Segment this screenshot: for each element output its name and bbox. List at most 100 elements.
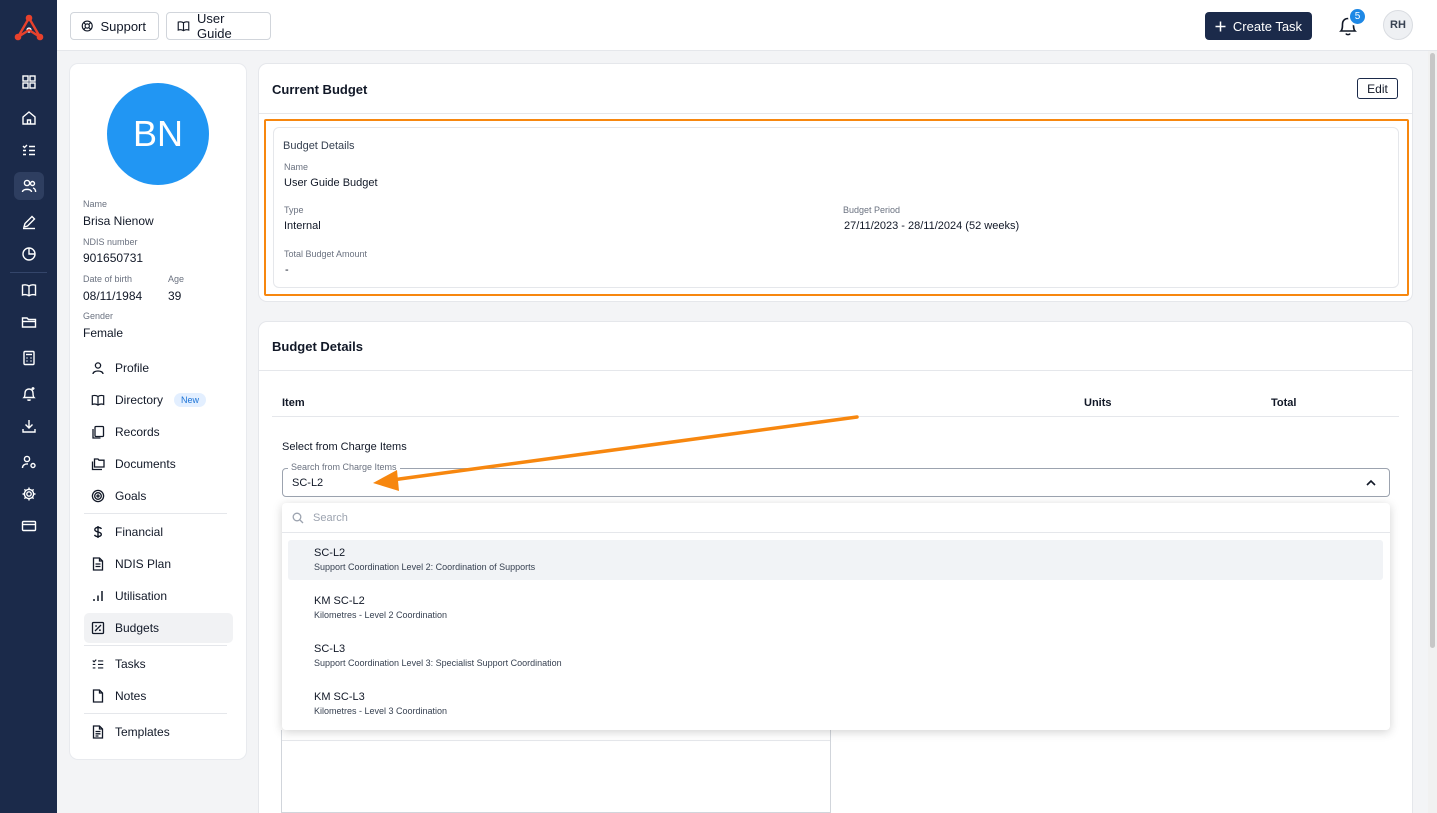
menu-label: Documents: [115, 457, 176, 471]
home-icon[interactable]: [14, 104, 44, 132]
profile-menu-profile[interactable]: Profile: [84, 353, 233, 383]
profile-menu-ndis-plan[interactable]: NDIS Plan: [84, 549, 233, 579]
option-code: SC-L2: [314, 547, 346, 559]
user-cog-icon[interactable]: [14, 448, 44, 476]
profile-menu-budgets[interactable]: Budgets: [84, 613, 233, 643]
menu-label: Budgets: [115, 621, 160, 635]
chevron-up-icon[interactable]: [1364, 476, 1378, 490]
folder-icon[interactable]: [14, 308, 44, 336]
budget-item-area: [281, 730, 831, 813]
calculator-icon[interactable]: [14, 344, 44, 372]
user-avatar[interactable]: RH: [1383, 10, 1413, 40]
table-header-divider: [272, 416, 1399, 417]
profile-menu-utilisation[interactable]: Utilisation: [84, 581, 233, 611]
menu-label: NDIS Plan: [115, 557, 172, 571]
gender-label: Gender: [83, 311, 114, 321]
gear-icon[interactable]: [14, 480, 44, 508]
menu-divider: [84, 513, 227, 514]
client-name: Brisa Nienow: [83, 214, 154, 228]
lifebuoy-icon: [81, 20, 93, 32]
column-header-total: Total: [1271, 397, 1297, 409]
select-charge-items-label: Select from Charge Items: [282, 441, 407, 453]
menu-divider: [84, 713, 227, 714]
app-logo-icon[interactable]: [13, 12, 45, 44]
download-icon[interactable]: [14, 412, 44, 440]
profile-menu-records[interactable]: Records: [84, 417, 233, 447]
create-task-label: Create Task: [1232, 18, 1303, 34]
profile-menu-goals[interactable]: Goals: [84, 481, 233, 511]
nav-rail: [0, 0, 57, 813]
dropdown-search-field[interactable]: Search: [282, 503, 1390, 533]
notification-count-badge: 5: [1348, 7, 1367, 26]
card-divider: [259, 113, 1412, 114]
top-bar: Support User Guide Create Task 5 RH: [57, 0, 1437, 51]
profile-menu-tasks[interactable]: Tasks: [84, 649, 233, 679]
charge-items-dropdown: Search SC-L2 Support Coordination Level …: [282, 503, 1390, 730]
menu-label: Profile: [115, 361, 150, 375]
profile-menu-directory[interactable]: Directory New: [84, 385, 233, 415]
template-icon: [90, 724, 106, 740]
age-label: Age: [168, 274, 185, 284]
credit-card-icon[interactable]: [14, 512, 44, 540]
pie-chart-icon[interactable]: [14, 240, 44, 268]
page-scrollbar[interactable]: [1428, 51, 1437, 813]
combobox-legend: Search from Charge Items: [288, 462, 400, 472]
book-icon[interactable]: [14, 276, 44, 304]
search-placeholder: Search: [313, 512, 348, 524]
budget-details-title: Budget Details: [272, 339, 364, 354]
user-guide-label: User Guide: [196, 11, 232, 41]
pen-icon[interactable]: [14, 208, 44, 236]
bar-chart-icon: [90, 588, 106, 604]
profile-menu-notes[interactable]: Notes: [84, 681, 233, 711]
scrollbar-thumb[interactable]: [1430, 53, 1435, 648]
option-description: Support Coordination Level 2: Coordinati…: [314, 562, 536, 572]
option-description: Kilometres - Level 3 Coordination: [314, 706, 448, 716]
menu-divider: [84, 645, 227, 646]
menu-label: Notes: [115, 689, 147, 703]
dollar-icon: [90, 524, 106, 540]
menu-label: Financial: [115, 525, 164, 539]
profile-menu-financial[interactable]: Financial: [84, 517, 233, 547]
book-open-icon: [177, 21, 190, 32]
create-task-button[interactable]: Create Task: [1205, 12, 1312, 40]
dropdown-option[interactable]: KM SC-L2 Kilometres - Level 2 Coordinati…: [288, 588, 1383, 628]
dashboard-icon[interactable]: [14, 68, 44, 96]
dob-label: Date of birth: [83, 274, 133, 284]
gender-value: Female: [83, 326, 124, 340]
support-button[interactable]: Support: [70, 12, 159, 40]
profile-menu-documents[interactable]: Documents: [84, 449, 233, 479]
option-description: Kilometres - Level 2 Coordination: [314, 610, 448, 620]
ndis-label: NDIS number: [83, 237, 138, 247]
note-icon: [90, 688, 106, 704]
option-code: KM SC-L3: [314, 691, 365, 703]
checklist-icon[interactable]: [14, 136, 44, 164]
plus-icon: [1215, 21, 1226, 31]
budget-icon: [90, 620, 106, 636]
age-value: 39: [168, 289, 182, 303]
bell-plus-icon[interactable]: [14, 380, 44, 408]
current-budget-title: Current Budget: [272, 82, 368, 97]
date-of-birth: 08/11/1984: [83, 289, 143, 303]
dropdown-option[interactable]: KM SC-L3 Kilometres - Level 3 Coordinati…: [288, 684, 1383, 724]
option-code: KM SC-L2: [314, 595, 365, 607]
area-divider: [282, 740, 830, 741]
client-avatar: BN: [107, 83, 209, 185]
copy-icon: [90, 424, 106, 440]
support-label: Support: [100, 18, 146, 34]
column-header-units: Units: [1084, 397, 1112, 409]
column-header-item: Item: [282, 397, 305, 409]
user-guide-button[interactable]: User Guide: [166, 11, 271, 41]
edit-budget-button[interactable]: Edit: [1357, 78, 1398, 99]
dropdown-option[interactable]: SC-L3 Support Coordination Level 3: Spec…: [288, 636, 1383, 676]
dropdown-option[interactable]: SC-L2 Support Coordination Level 2: Coor…: [288, 540, 1383, 580]
person-icon: [90, 360, 106, 376]
book-icon: [90, 392, 106, 408]
checklist-icon: [90, 656, 106, 672]
combobox-value: SC-L2: [292, 477, 324, 489]
charge-items-combobox[interactable]: [282, 468, 1390, 497]
folders-icon: [90, 456, 106, 472]
users-icon[interactable]: [14, 172, 44, 200]
profile-menu-templates[interactable]: Templates: [84, 717, 233, 747]
annotation-highlight-box: [264, 119, 1409, 296]
menu-label: Tasks: [115, 657, 146, 671]
